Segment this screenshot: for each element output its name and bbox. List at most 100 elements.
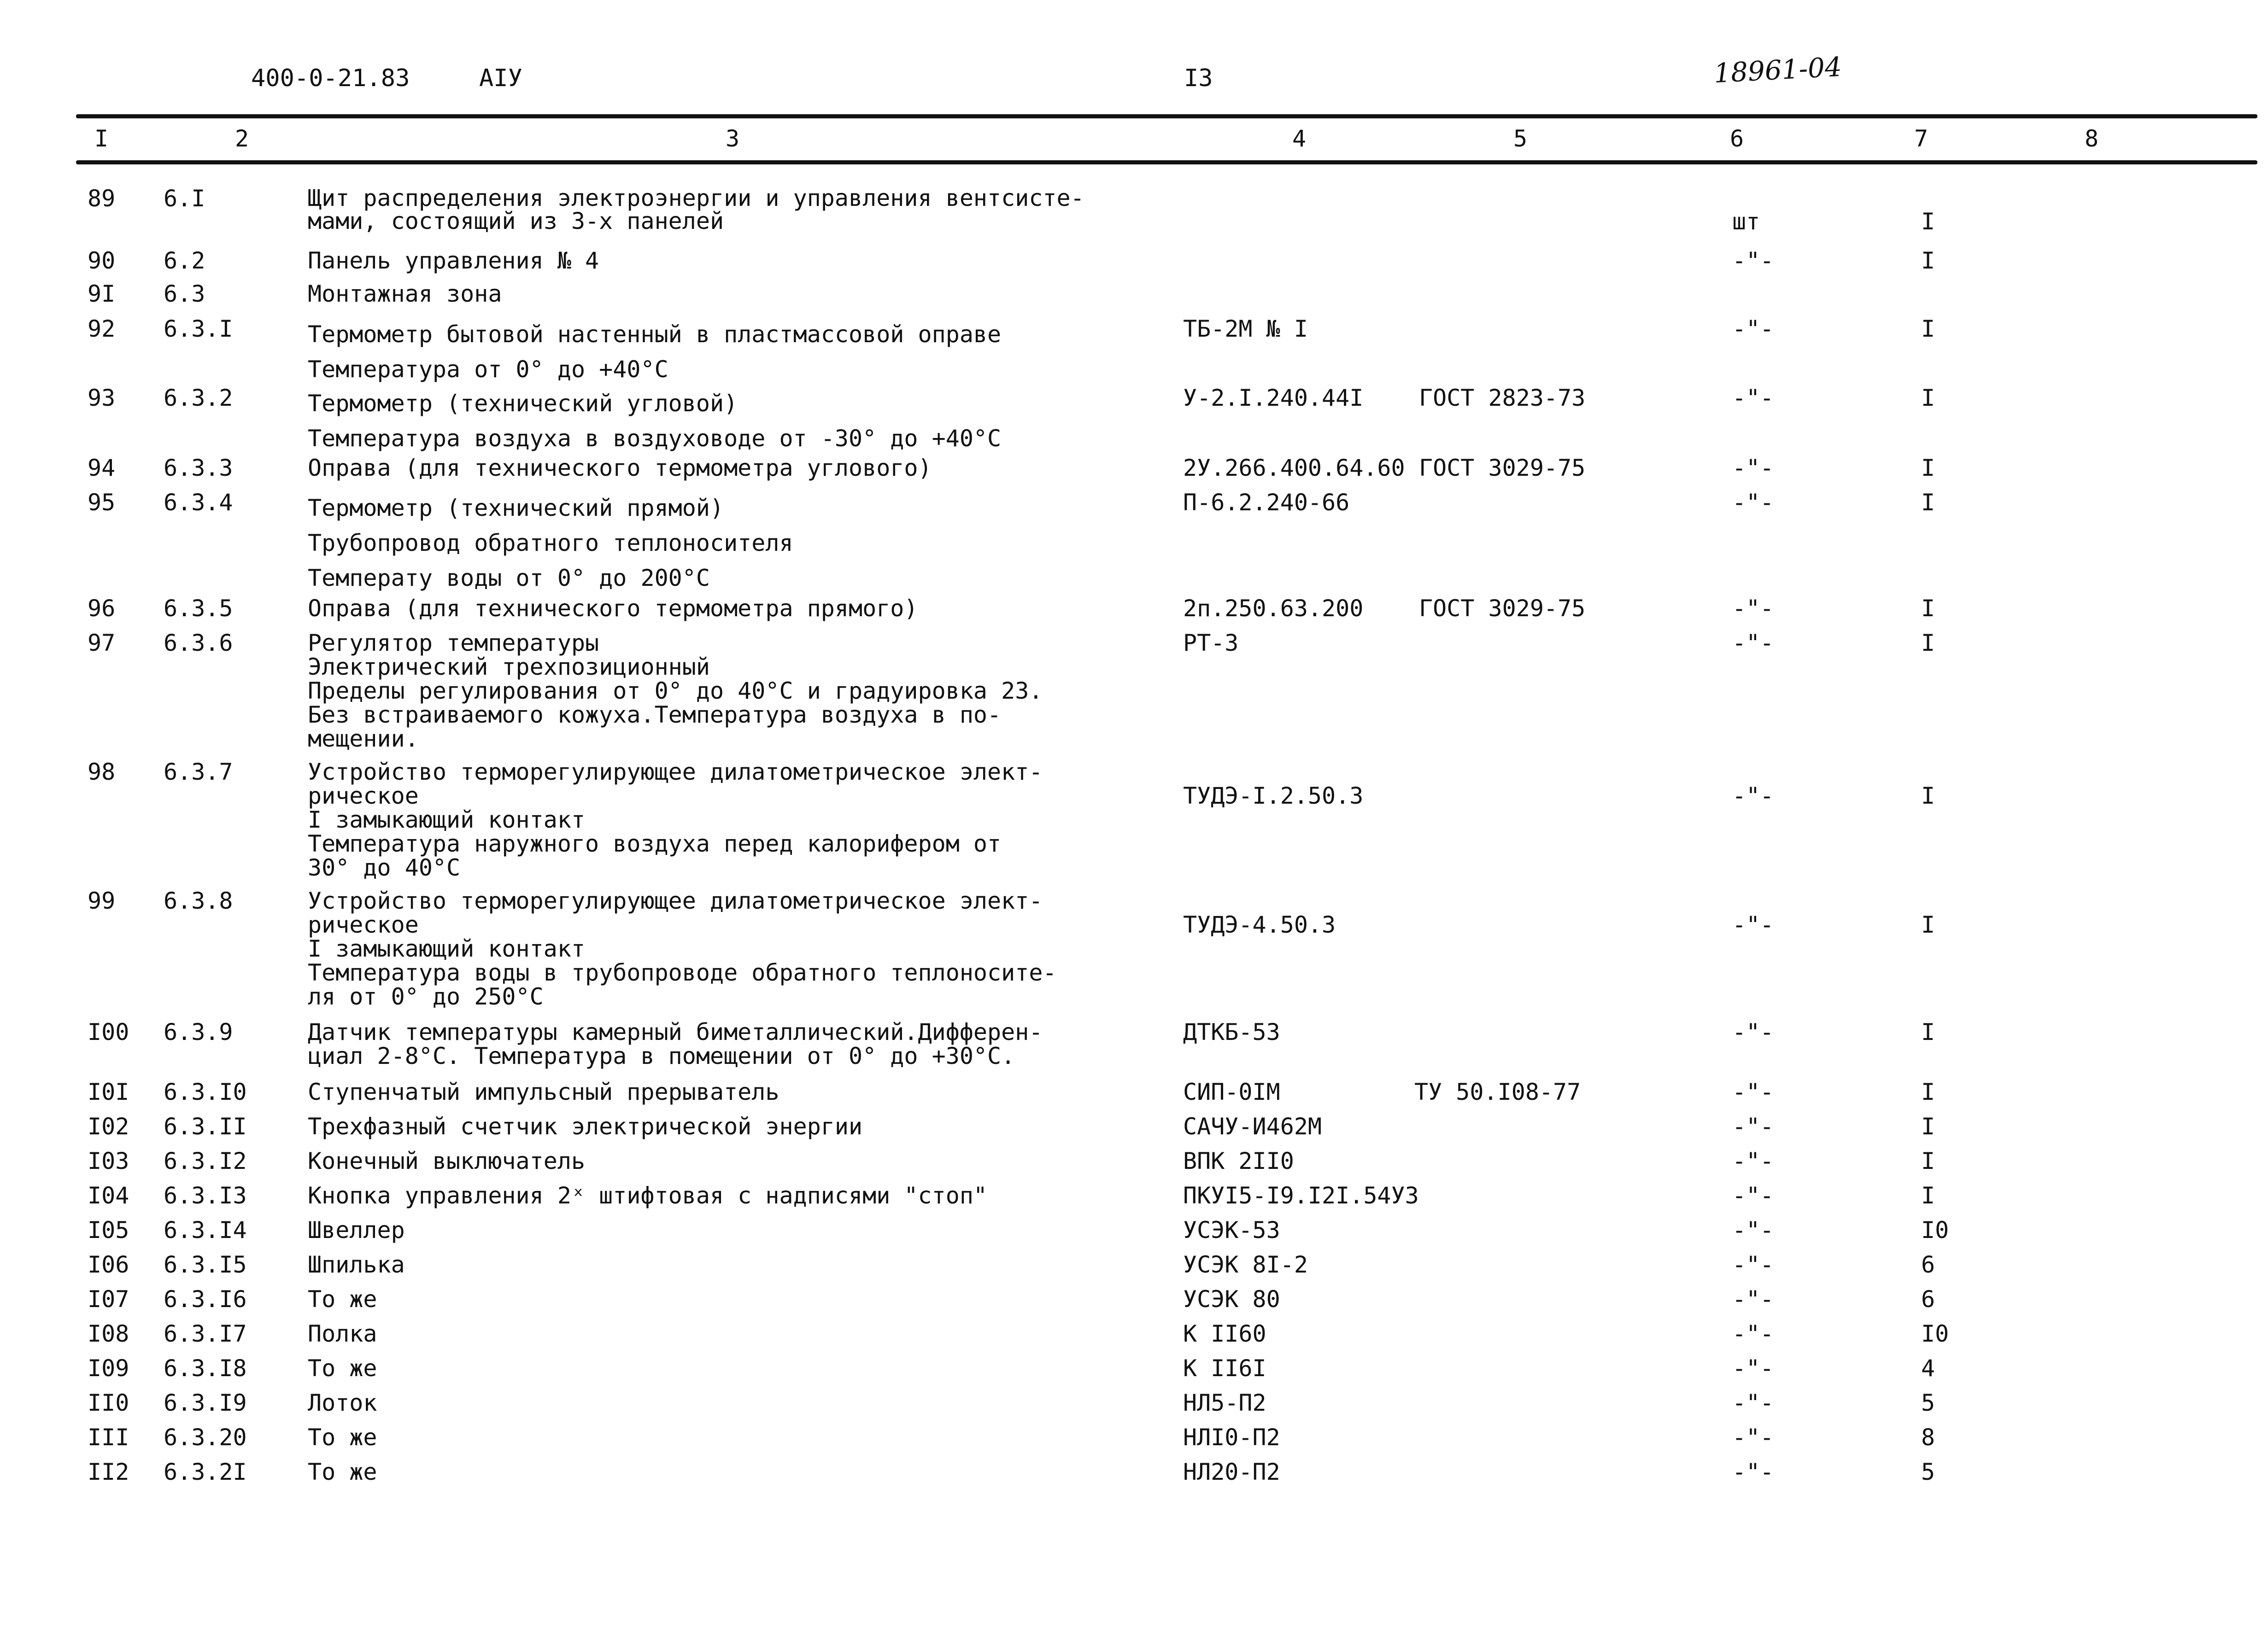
quantity: 5 [1921, 1390, 1935, 1416]
item-description: Конечный выключатель [308, 1149, 585, 1173]
row-number: 99 [88, 887, 116, 914]
type-mark: ТУДЭ-4.50.3 [1183, 911, 1336, 938]
unit: -"- [1732, 1424, 1774, 1451]
position-code: 6.3.I8 [164, 1355, 247, 1382]
item-description: Термометр (технический угловой) Температу… [308, 386, 1001, 456]
description-line: циал 2-8°С. Температура в помещении от 0… [308, 1043, 1015, 1069]
quantity: I [1921, 455, 1935, 481]
description-line: Датчик температуры камерный биметалличес… [308, 1019, 1043, 1045]
item-description: Трехфазный счетчик электрической энергии [308, 1115, 862, 1139]
quantity: I [1921, 208, 1935, 235]
table-header-rule [76, 160, 2257, 164]
row-number: 98 [88, 759, 116, 785]
description-line: Без встраиваемого кожуха.Температура воз… [308, 701, 1002, 728]
item-description: Устройство терморегулирующее дилатометри… [308, 760, 1043, 880]
row-number: 95 [88, 489, 116, 516]
description-line: Термометр (технический прямой) [308, 495, 724, 521]
quantity: I0 [1921, 1320, 1949, 1347]
unit: -"- [1732, 1079, 1774, 1105]
row-number: III [88, 1424, 129, 1451]
type-mark: УСЭК-53 [1183, 1217, 1280, 1244]
description-line: Термометр бытовой настенный в пластмассо… [308, 321, 1002, 348]
unit: -"- [1732, 1217, 1774, 1244]
unit: -"- [1732, 1251, 1774, 1278]
row-number: 92 [88, 315, 116, 342]
position-code: 6.3.3 [164, 455, 233, 481]
position-code: 6.3 [164, 280, 205, 307]
description-line: То же [308, 1286, 377, 1313]
description-line: Температура наружного воздуха перед кало… [308, 830, 1002, 857]
item-description: Шпилька [308, 1253, 405, 1277]
album-code: АIУ [479, 64, 522, 92]
description-line: мами, состоящий из 3-х панелей [308, 208, 724, 234]
description-line: Лоток [308, 1390, 377, 1416]
quantity: I [1921, 1079, 1935, 1105]
quantity: I [1921, 315, 1935, 342]
type-mark: СИП-0IМ [1183, 1079, 1280, 1105]
position-code: 6.3.I [164, 315, 233, 342]
position-code: 6.3.I0 [164, 1079, 247, 1105]
item-description: Регулятор температуры Электрический трехп… [308, 631, 1043, 751]
item-description: Щит распределения электроэнергии и управ… [308, 187, 1084, 233]
description-line: То же [308, 1424, 377, 1451]
item-description: То же [308, 1356, 377, 1380]
row-number: 93 [88, 385, 116, 411]
quantity: I [1921, 1182, 1935, 1209]
description-line: Регулятор температуры [308, 630, 599, 656]
description-line: Пределы регулирования от 0° до 40°С и гр… [308, 677, 1043, 704]
type-mark: У-2.I.240.44I [1183, 385, 1364, 411]
description-line: Устройство терморегулирующее дилатометри… [308, 759, 1043, 785]
standard-document: ГОСТ 2823-73 [1419, 385, 1586, 411]
quantity: 4 [1921, 1355, 1935, 1382]
position-code: 6.3.I9 [164, 1390, 247, 1416]
document-code: 400-0-21.83 [251, 64, 410, 92]
item-description: Кнопка управления 2ˣ штифтовая с надпися… [308, 1184, 987, 1208]
quantity: I [1921, 782, 1935, 809]
item-description: Панель управления № 4 [308, 249, 599, 273]
column-header-1: I [94, 125, 109, 152]
description-line: Панель управления № 4 [308, 247, 599, 274]
description-line: То же [308, 1459, 377, 1485]
description-line: Конечный выключатель [308, 1148, 586, 1174]
type-mark: РТ-3 [1183, 630, 1239, 656]
type-mark: НЛ5-П2 [1183, 1390, 1266, 1416]
column-header-5: 5 [1513, 125, 1528, 152]
column-header-4: 4 [1292, 125, 1307, 152]
item-description: Полка [308, 1322, 377, 1346]
description-line: мещении. [308, 725, 419, 752]
type-mark: ВПК 2II0 [1183, 1148, 1294, 1174]
column-header-3: 3 [726, 125, 740, 152]
row-number: 96 [88, 595, 116, 622]
unit: -"- [1732, 247, 1774, 274]
row-number: 90 [88, 247, 116, 274]
type-mark: НЛ20-П2 [1183, 1459, 1280, 1485]
item-description: То же [308, 1425, 377, 1449]
description-line: Температура от 0° до +40°С [308, 356, 668, 383]
description-line: Электрический трехпозиционный [308, 654, 710, 680]
unit: -"- [1732, 595, 1774, 622]
row-number: II0 [88, 1390, 129, 1416]
row-number: I02 [88, 1113, 129, 1140]
type-mark: К II60 [1183, 1320, 1266, 1347]
position-code: 6.3.I5 [164, 1251, 247, 1278]
type-mark: К II6I [1183, 1355, 1266, 1382]
position-code: 6.3.9 [164, 1019, 233, 1045]
type-mark: ПКУI5-I9.I2I.54У3 [1183, 1182, 1419, 1209]
description-line: Щит распределения электроэнергии и управ… [308, 185, 1084, 211]
quantity: 6 [1921, 1286, 1935, 1313]
unit: -"- [1732, 1355, 1774, 1382]
unit: -"- [1732, 455, 1774, 481]
type-mark: ТБ-2М № I [1183, 315, 1308, 342]
position-code: 6.3.8 [164, 887, 233, 914]
description-line: Монтажная зона [308, 280, 502, 307]
position-code: 6.3.I2 [164, 1148, 247, 1174]
description-line: Кнопка управления 2ˣ штифтовая с надпися… [308, 1182, 988, 1209]
quantity: I [1921, 1019, 1935, 1045]
description-line: рическое [308, 911, 419, 938]
item-description: Оправа (для технического термометра прям… [308, 596, 918, 620]
description-line: Оправа (для технического термометра угло… [308, 455, 932, 481]
description-line: Шпилька [308, 1251, 405, 1278]
column-header-8: 8 [2085, 125, 2099, 152]
unit: -"- [1732, 782, 1774, 809]
row-number: I00 [88, 1019, 129, 1045]
